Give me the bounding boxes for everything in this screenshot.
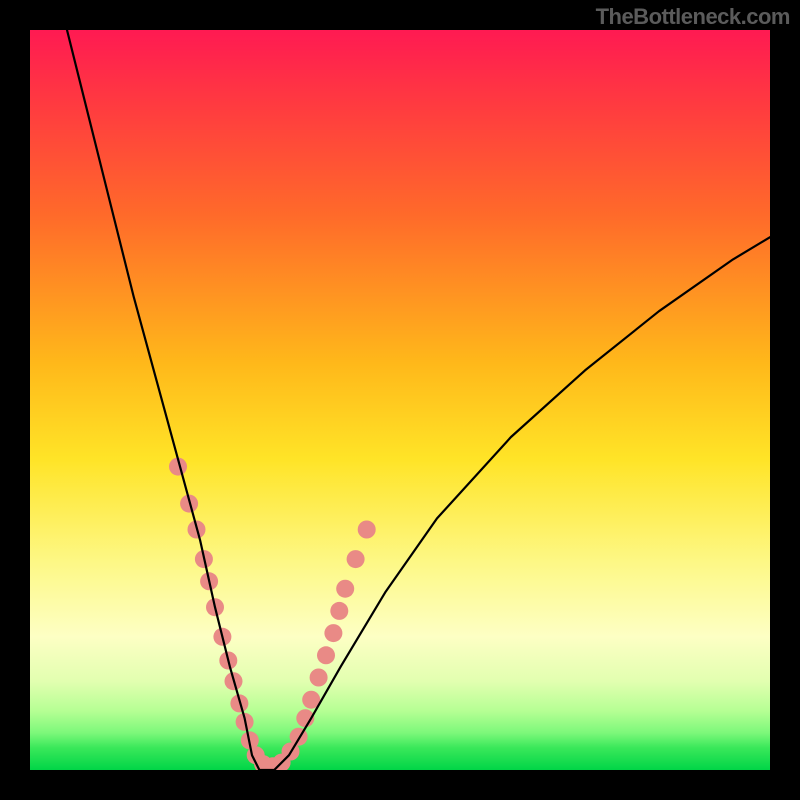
chart-svg — [30, 30, 770, 770]
data-point — [236, 713, 254, 731]
data-point — [347, 550, 365, 568]
data-point — [225, 672, 243, 690]
plot-area — [30, 30, 770, 770]
data-point — [200, 572, 218, 590]
data-point — [282, 743, 300, 761]
data-point — [324, 624, 342, 642]
data-point — [273, 754, 291, 770]
data-point — [302, 691, 320, 709]
data-point — [296, 709, 314, 727]
data-point — [169, 458, 187, 476]
data-point — [317, 646, 335, 664]
data-point — [195, 550, 213, 568]
data-point — [213, 628, 231, 646]
data-point — [206, 598, 224, 616]
chart-container: TheBottleneck.com — [0, 0, 800, 800]
data-point — [254, 755, 272, 770]
data-point — [241, 731, 259, 749]
data-point — [180, 495, 198, 513]
data-point — [330, 602, 348, 620]
data-point — [264, 757, 282, 770]
data-point — [290, 728, 308, 746]
data-point — [219, 652, 237, 670]
bottleneck-curve — [67, 30, 770, 770]
marker-layer — [169, 458, 376, 770]
data-point — [336, 580, 354, 598]
data-point — [188, 521, 206, 539]
data-point — [310, 669, 328, 687]
watermark-text: TheBottleneck.com — [596, 4, 790, 30]
data-point — [247, 746, 265, 764]
data-point — [358, 521, 376, 539]
data-point — [230, 694, 248, 712]
